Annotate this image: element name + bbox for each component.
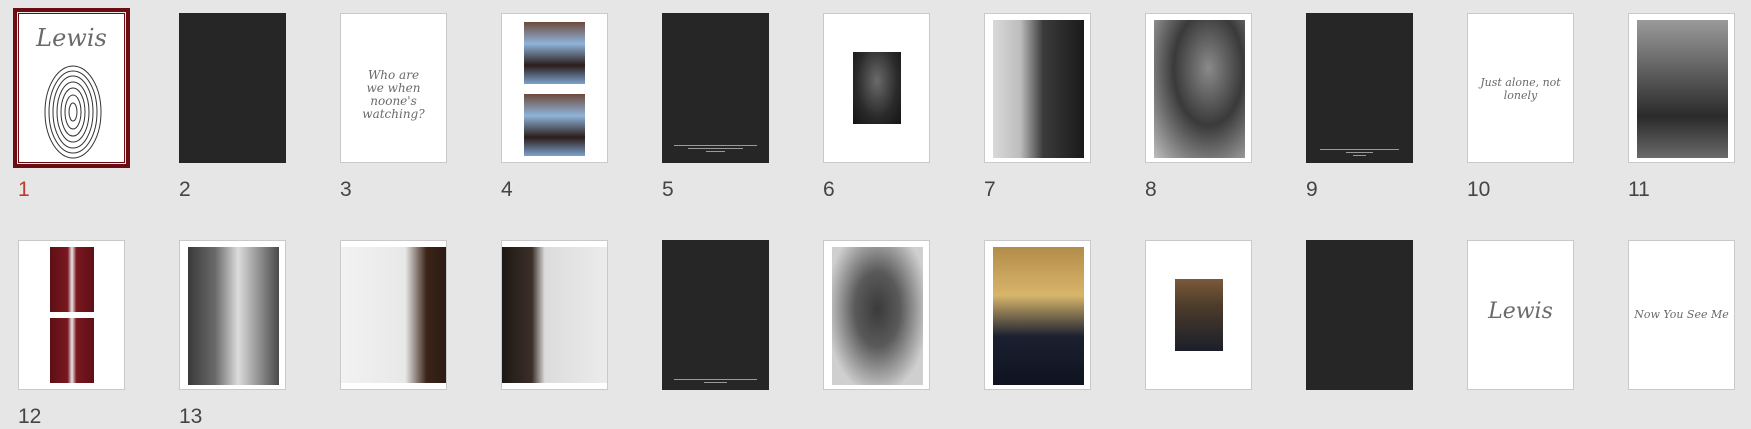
slide-number: 2 xyxy=(179,178,191,201)
photo-gold-room xyxy=(993,247,1084,385)
slide-handwritten-text: Just alone, not lonely xyxy=(1480,76,1561,102)
slide-1[interactable]: Lewis 1 xyxy=(13,8,130,207)
photo-thinking xyxy=(832,247,923,385)
slide-7[interactable]: 7 xyxy=(984,13,1091,207)
slide-4[interactable]: 4 xyxy=(501,13,608,207)
slide-3[interactable]: Who are we when noone's watching? 3 xyxy=(340,13,447,207)
photo-tie-bottom xyxy=(524,94,585,156)
slide-14[interactable] xyxy=(340,240,447,400)
slide-thumbnail[interactable] xyxy=(662,13,769,163)
slide-thumbnail[interactable] xyxy=(1306,240,1413,390)
slide-small-text xyxy=(669,143,762,154)
slide-small-text xyxy=(669,377,762,385)
slide-thumbnail[interactable] xyxy=(18,240,125,390)
slide-number: 1 xyxy=(18,178,30,201)
fingerprint-icon xyxy=(44,65,102,159)
slide-number: 8 xyxy=(1145,178,1157,201)
slide-number: 10 xyxy=(1467,178,1491,201)
slide-thumbnail[interactable]: Just alone, not lonely xyxy=(1467,13,1574,163)
slide-thumbnail[interactable] xyxy=(662,240,769,390)
slide-handwritten-text: Lewis xyxy=(1488,299,1553,324)
slide-10[interactable]: Just alone, not lonely 10 xyxy=(1467,13,1574,207)
slide-thumbnail[interactable] xyxy=(1306,13,1413,163)
slide-number: 4 xyxy=(501,178,513,201)
slide-thumbnail[interactable]: Lewis xyxy=(1467,240,1574,390)
slide-22[interactable]: Now You See Me xyxy=(1628,240,1735,400)
slide-handwritten-text: Who are we when noone's watching? xyxy=(362,68,425,121)
slide-20[interactable] xyxy=(1306,240,1413,400)
photo-sitting xyxy=(1637,20,1728,158)
slide-number: 12 xyxy=(18,405,42,428)
slide-12[interactable]: 12 xyxy=(18,240,125,428)
slide-15[interactable] xyxy=(501,240,608,400)
slide-17[interactable] xyxy=(823,240,930,400)
slide-21[interactable]: Lewis xyxy=(1467,240,1574,400)
slide-number: 9 xyxy=(1306,178,1318,201)
photo-haircut xyxy=(993,20,1084,158)
slide-16[interactable] xyxy=(662,240,769,400)
slide-18[interactable] xyxy=(984,240,1091,400)
slide-number: 5 xyxy=(662,178,674,201)
slide-thumbnail[interactable] xyxy=(1628,13,1735,163)
slide-thumbnail[interactable] xyxy=(340,240,447,390)
slide-title-text: Lewis xyxy=(36,24,107,52)
photo-red-top xyxy=(50,247,94,312)
slide-19[interactable] xyxy=(1145,240,1252,400)
slide-thumbnail[interactable]: Who are we when noone's watching? xyxy=(340,13,447,163)
photo-profile xyxy=(341,247,446,383)
photo-tie-top xyxy=(524,22,585,84)
photo-back xyxy=(502,247,607,383)
slide-number: 7 xyxy=(984,178,996,201)
slide-thumbnail[interactable] xyxy=(179,13,286,163)
slide-number: 6 xyxy=(823,178,835,201)
slide-8[interactable]: 8 xyxy=(1145,13,1252,207)
slide-6[interactable]: 6 xyxy=(823,13,930,207)
slide-thumbnail[interactable] xyxy=(1145,13,1252,163)
slide-thumbnail[interactable]: Lewis xyxy=(13,8,130,168)
photo-red-bottom xyxy=(50,318,94,383)
slide-thumbnail[interactable] xyxy=(179,240,286,390)
photo-standing xyxy=(188,247,279,385)
slide-13[interactable]: 13 xyxy=(179,240,286,428)
slide-thumbnail[interactable] xyxy=(1145,240,1252,390)
slide-2[interactable]: 2 xyxy=(179,13,286,207)
slide-handwritten-text: Now You See Me xyxy=(1634,308,1729,321)
slide-thumbnail[interactable] xyxy=(823,13,930,163)
slide-thumbnail[interactable] xyxy=(984,13,1091,163)
slide-5[interactable]: 5 xyxy=(662,13,769,207)
slide-thumbnail[interactable] xyxy=(501,13,608,163)
slide-number: 13 xyxy=(179,405,203,428)
slide-thumbnail[interactable] xyxy=(823,240,930,390)
slide-thumbnail[interactable]: Now You See Me xyxy=(1628,240,1735,390)
slide-thumbnail[interactable] xyxy=(984,240,1091,390)
slide-small-text xyxy=(1313,147,1406,158)
slide-11[interactable]: 11 xyxy=(1628,13,1735,207)
slide-thumbnail[interactable] xyxy=(501,240,608,390)
slide-sorter-grid: Lewis 1 2 Who are we when noone's watchi… xyxy=(13,8,1735,428)
slide-number: 3 xyxy=(340,178,352,201)
photo-hand xyxy=(853,52,901,124)
photo-small xyxy=(1175,279,1223,351)
photo-portrait xyxy=(1154,20,1245,158)
slide-number: 11 xyxy=(1628,178,1650,201)
slide-9[interactable]: 9 xyxy=(1306,13,1413,207)
